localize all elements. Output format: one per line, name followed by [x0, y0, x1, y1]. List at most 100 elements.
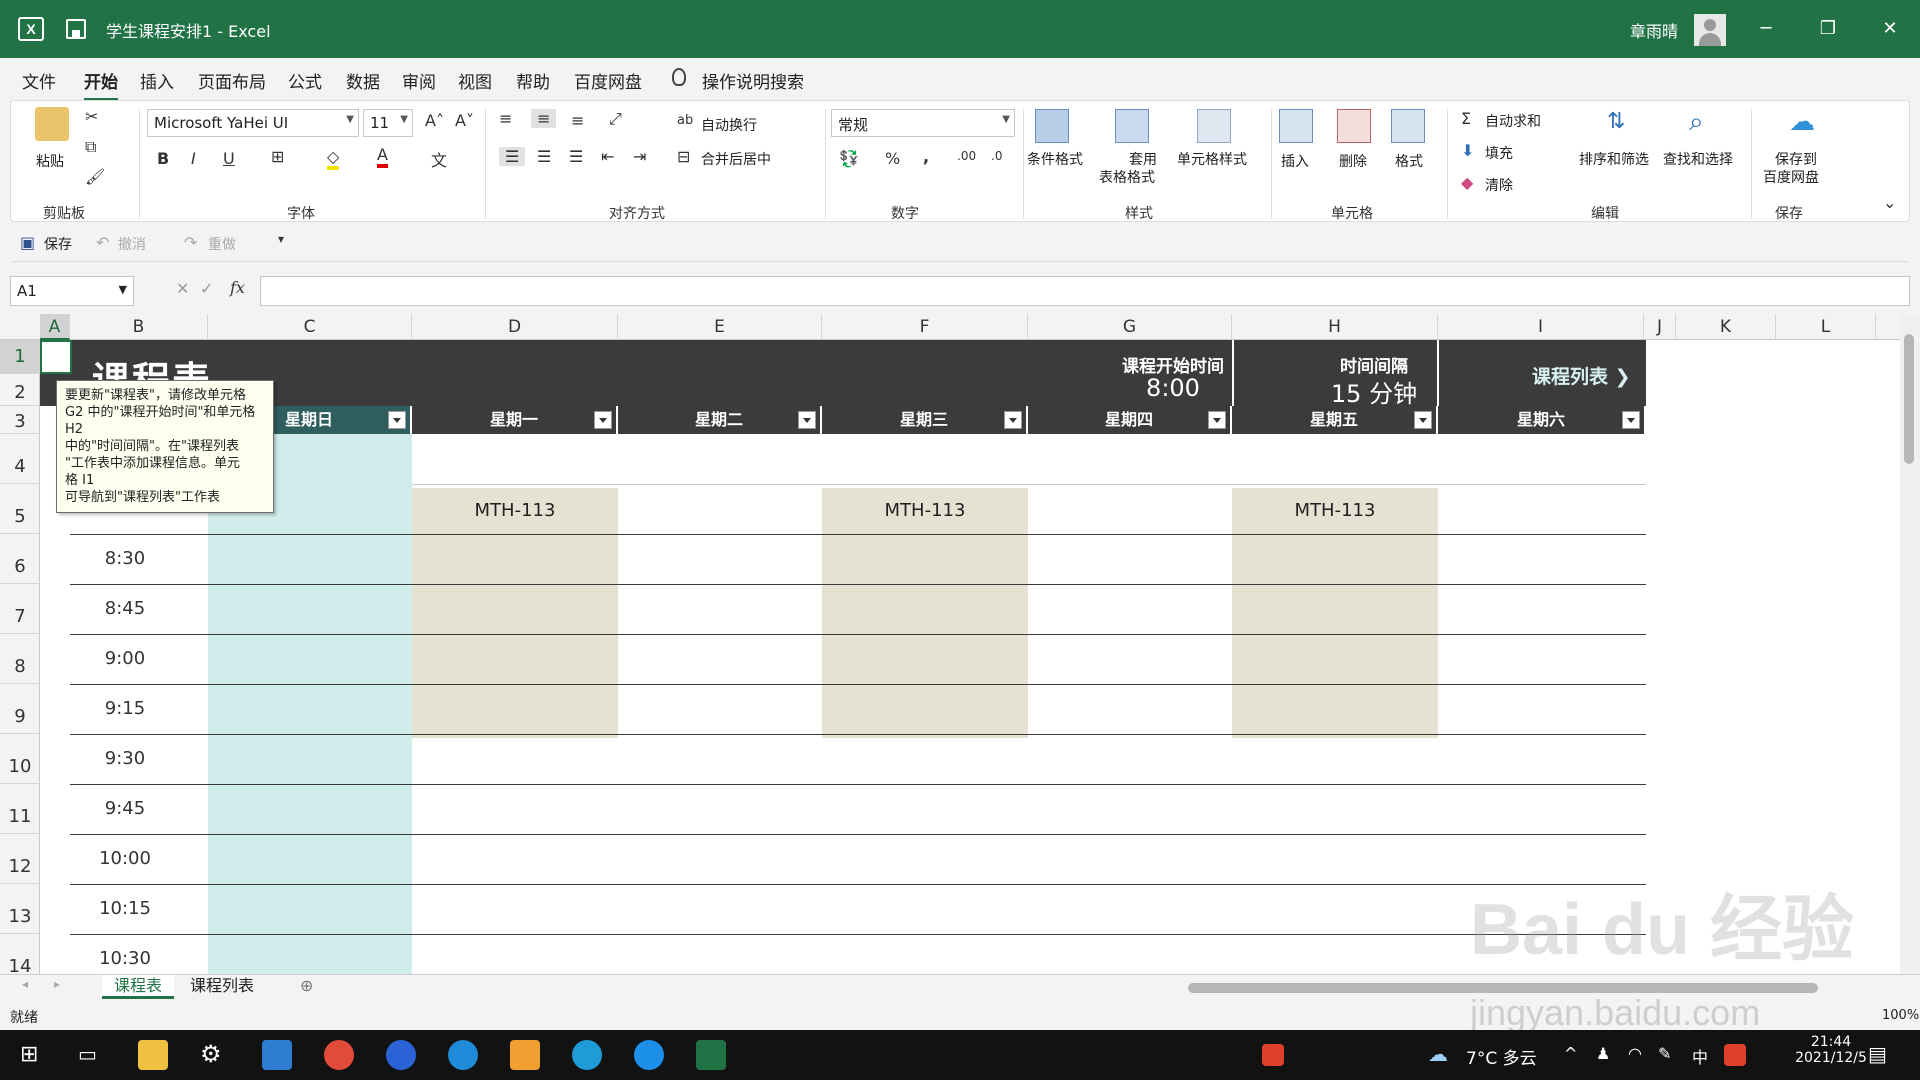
- settings-gear-icon[interactable]: ⚙: [200, 1040, 222, 1068]
- row-header[interactable]: 11: [0, 784, 40, 834]
- scroll-right-icon[interactable]: ▸: [54, 977, 60, 991]
- pen-icon[interactable]: ✎: [1658, 1044, 1671, 1063]
- sheet-tab-schedule[interactable]: 课程表: [102, 975, 175, 999]
- sogou-icon[interactable]: [1262, 1044, 1284, 1066]
- row-header[interactable]: 6: [0, 534, 40, 584]
- column-header[interactable]: G: [1028, 314, 1232, 340]
- qat-save-button[interactable]: 保存: [44, 234, 72, 254]
- time-label[interactable]: 8:45: [60, 598, 190, 619]
- align-center-icon[interactable]: ☰: [537, 147, 551, 166]
- tab-page-layout[interactable]: 页面布局: [198, 68, 266, 93]
- task-view-icon[interactable]: ▭: [78, 1042, 97, 1066]
- column-header[interactable]: K: [1676, 314, 1776, 340]
- align-bottom-icon[interactable]: ≡: [571, 111, 584, 130]
- delete-cells-button[interactable]: 删除: [1339, 151, 1367, 171]
- find-select-icon[interactable]: ⌕: [1689, 107, 1704, 138]
- confirm-icon[interactable]: ✓: [200, 279, 213, 298]
- qat-redo-button[interactable]: 重做: [208, 234, 236, 254]
- tab-formulas[interactable]: 公式: [288, 68, 322, 93]
- ime-indicator[interactable]: 中: [1692, 1044, 1708, 1068]
- sort-filter-icon[interactable]: ⇅: [1607, 109, 1625, 134]
- filter-dropdown-icon[interactable]: [798, 411, 816, 429]
- bold-button[interactable]: B: [157, 149, 169, 168]
- insert-function-button[interactable]: fx: [230, 278, 245, 297]
- column-header[interactable]: A: [40, 314, 70, 340]
- conditional-format-icon[interactable]: [1035, 109, 1069, 143]
- row-header[interactable]: 14: [0, 934, 40, 974]
- save-netdisk-line2[interactable]: 百度网盘: [1763, 167, 1819, 187]
- zoom-level[interactable]: 100%: [1882, 1008, 1919, 1023]
- row-header[interactable]: 5: [0, 484, 40, 534]
- row-header[interactable]: 2: [0, 374, 40, 406]
- time-label[interactable]: 10:00: [60, 848, 190, 869]
- row-header[interactable]: 4: [0, 434, 40, 484]
- course-block[interactable]: MTH-113: [1232, 488, 1438, 738]
- conditional-format-button[interactable]: 条件格式: [1027, 149, 1083, 169]
- scroll-left-icon[interactable]: ◂: [22, 977, 28, 991]
- filter-dropdown-icon[interactable]: [1414, 411, 1432, 429]
- tray-app-icon[interactable]: ♟: [1596, 1044, 1610, 1063]
- italic-button[interactable]: I: [191, 149, 196, 168]
- sogou-tray-icon[interactable]: [1724, 1044, 1746, 1066]
- insert-cells-icon[interactable]: [1279, 109, 1313, 143]
- start-time-value[interactable]: 8:00: [1076, 374, 1270, 402]
- selected-cell-a1[interactable]: [40, 340, 72, 374]
- wrap-text-button[interactable]: 自动换行: [701, 115, 757, 135]
- insert-cells-button[interactable]: 插入: [1281, 151, 1309, 171]
- autosum-button[interactable]: 自动求和: [1485, 111, 1541, 131]
- cell-styles-button[interactable]: 单元格样式: [1177, 149, 1247, 169]
- sort-filter-button[interactable]: 排序和筛选: [1579, 149, 1649, 169]
- wifi-icon[interactable]: ◠: [1628, 1044, 1642, 1063]
- tab-help[interactable]: 帮助: [516, 68, 550, 93]
- excel-taskbar-icon[interactable]: [696, 1040, 726, 1070]
- time-label[interactable]: 9:00: [60, 648, 190, 669]
- sheet-tab-course-list[interactable]: 课程列表: [178, 975, 266, 999]
- paste-button[interactable]: 粘贴: [36, 151, 64, 171]
- format-as-table-icon[interactable]: [1115, 109, 1149, 143]
- format-cells-icon[interactable]: [1391, 109, 1425, 143]
- windows-start-icon[interactable]: ⊞: [20, 1042, 38, 1067]
- baidu-netdisk-icon[interactable]: ☁: [1789, 107, 1815, 137]
- filter-dropdown-icon[interactable]: [594, 411, 612, 429]
- row-header[interactable]: 12: [0, 834, 40, 884]
- wrap-text-icon[interactable]: ab: [677, 113, 693, 128]
- row-header[interactable]: 1: [0, 340, 40, 374]
- time-label[interactable]: 10:30: [60, 948, 190, 969]
- percent-button[interactable]: %: [885, 149, 900, 168]
- column-header[interactable]: B: [70, 314, 208, 340]
- save-netdisk-line1[interactable]: 保存到: [1775, 149, 1817, 169]
- course-block[interactable]: MTH-113: [822, 488, 1028, 738]
- cut-icon[interactable]: ✂: [85, 107, 98, 126]
- edge-icon[interactable]: [448, 1040, 478, 1070]
- tab-insert[interactable]: 插入: [140, 68, 174, 93]
- restore-button[interactable]: ❐: [1798, 0, 1858, 58]
- format-as-table-line1[interactable]: 套用: [1129, 149, 1157, 169]
- interval-value[interactable]: 15 分钟: [1272, 374, 1476, 409]
- vertical-scrollbar[interactable]: [1900, 314, 1920, 974]
- number-format-select[interactable]: 常规 ▼: [831, 109, 1015, 137]
- font-family-select[interactable]: Microsoft YaHei UI ▼: [147, 109, 359, 137]
- tab-data[interactable]: 数据: [346, 68, 380, 93]
- find-select-button[interactable]: 查找和选择: [1663, 149, 1733, 169]
- filter-dropdown-icon[interactable]: [388, 411, 406, 429]
- tab-review[interactable]: 审阅: [402, 68, 436, 93]
- column-header[interactable]: H: [1232, 314, 1438, 340]
- add-sheet-button[interactable]: ⊕: [300, 976, 313, 995]
- align-top-icon[interactable]: ≡: [499, 109, 512, 128]
- chrome-icon[interactable]: [324, 1040, 354, 1070]
- row-header[interactable]: 13: [0, 884, 40, 934]
- paste-icon[interactable]: [35, 107, 69, 141]
- comma-button[interactable]: ,: [923, 147, 929, 166]
- row-header[interactable]: 8: [0, 634, 40, 684]
- row-header[interactable]: 9: [0, 684, 40, 734]
- borders-icon[interactable]: ⊞: [271, 147, 284, 166]
- minimize-button[interactable]: ─: [1736, 0, 1796, 58]
- delete-cells-icon[interactable]: [1337, 109, 1371, 143]
- column-header[interactable]: E: [618, 314, 822, 340]
- customize-qat-icon[interactable]: ▾: [278, 232, 284, 246]
- notification-icon[interactable]: ▤: [1868, 1042, 1887, 1066]
- format-cells-button[interactable]: 格式: [1395, 151, 1423, 171]
- qq-browser-icon[interactable]: [634, 1040, 664, 1070]
- store-icon[interactable]: [510, 1040, 540, 1070]
- fill-color-icon[interactable]: ◇: [327, 147, 340, 170]
